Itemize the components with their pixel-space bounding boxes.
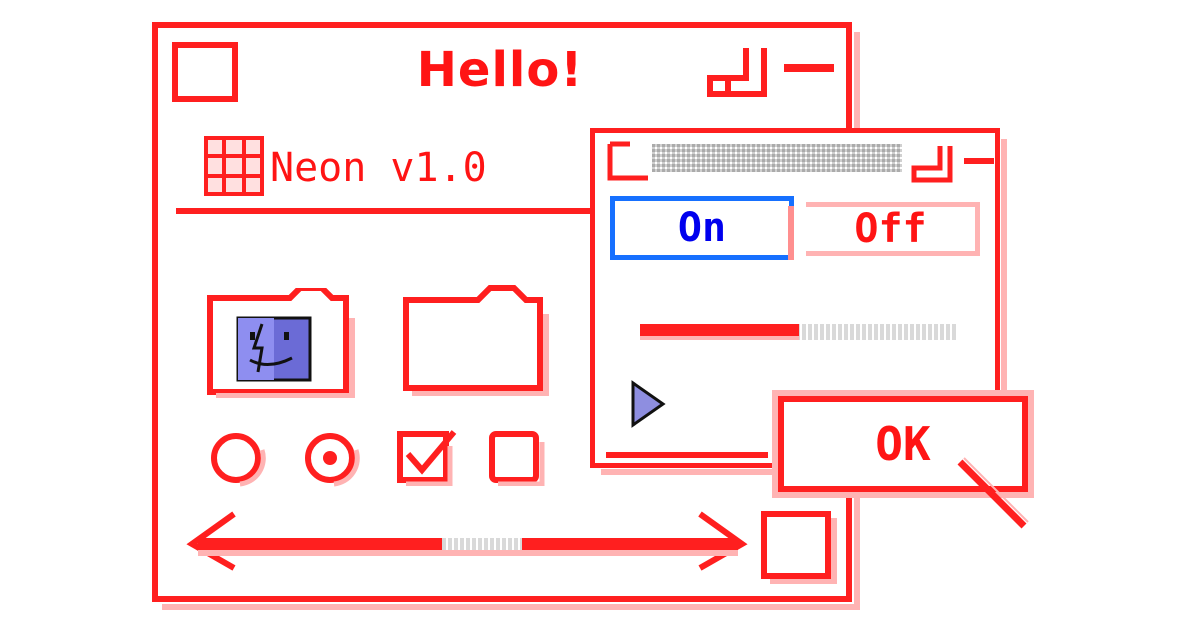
sub-bottom-line: [606, 452, 768, 458]
zoom-icon[interactable]: [704, 44, 770, 98]
triangle-right-icon[interactable]: [630, 380, 666, 428]
ok-button-label: OK: [875, 417, 931, 471]
sub-close-box[interactable]: [606, 140, 652, 182]
slider-fill[interactable]: [640, 324, 799, 340]
radio-on[interactable]: [302, 430, 362, 488]
sub-collapse-icon[interactable]: [964, 158, 994, 164]
menubar-divider: [176, 208, 596, 214]
on-toggle-button[interactable]: On: [610, 196, 794, 260]
off-toggle-button[interactable]: Off: [806, 202, 980, 256]
scrollbar-thumb[interactable]: [442, 538, 522, 550]
sub-titlebar-pattern: [652, 144, 902, 172]
resize-box[interactable]: [760, 510, 840, 584]
collapse-icon[interactable]: [784, 64, 834, 72]
close-box[interactable]: [172, 42, 238, 102]
on-toggle-shadow: [788, 206, 794, 260]
finder-folder-icon[interactable]: [206, 288, 356, 398]
app-menu-label[interactable]: Neon v1.0: [270, 140, 487, 196]
radio-off[interactable]: [210, 430, 268, 488]
grid-app-icon: [204, 136, 264, 196]
empty-folder-icon[interactable]: [400, 284, 550, 396]
checkbox-off[interactable]: [488, 428, 548, 486]
window-title: Hello!: [416, 42, 584, 98]
checkbox-on[interactable]: [396, 428, 460, 486]
pointer-cursor-icon: [957, 457, 1029, 529]
sub-zoom-icon[interactable]: [910, 144, 960, 184]
